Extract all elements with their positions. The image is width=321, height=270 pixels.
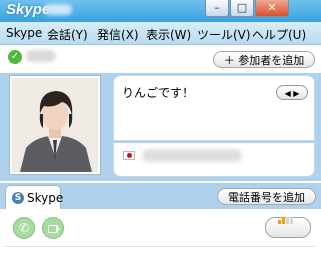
contact-video-frame [9, 75, 101, 175]
call-controls: ✆ [0, 209, 321, 270]
message-nav-arrows[interactable]: ◀ ▶ [276, 85, 308, 100]
title-blurred [44, 4, 72, 15]
message-input-divider [5, 246, 316, 247]
add-phone-number-button[interactable]: 電話番号を追加 [217, 188, 316, 205]
menu-bar: Skype 会話(Y) 発信(X) 表示(W) ツール(V) ヘルプ(U) [0, 22, 321, 45]
menu-help[interactable]: ヘルプ(U) [252, 26, 306, 43]
contact-photo [12, 78, 98, 172]
chat-message: りんごです！ [122, 86, 195, 100]
menu-conversation[interactable]: 会話(Y) [47, 26, 88, 43]
video-icon[interactable] [42, 217, 64, 239]
phone-icon[interactable]: ✆ [13, 217, 35, 239]
online-status-icon: ✓ [8, 50, 22, 64]
conversation-toolbar: ✓ ＋ 参加者を追加 [0, 45, 321, 73]
menu-call[interactable]: 発信(X) [97, 26, 139, 43]
title-bar: Skype – □ ✕ [0, 0, 321, 22]
contact-name-blurred [26, 50, 56, 62]
tab-skype-label: Skype [27, 191, 64, 205]
tab-skype[interactable]: S Skype [5, 185, 64, 210]
add-participant-button[interactable]: ＋ 参加者を追加 [213, 51, 315, 68]
menu-tools[interactable]: ツール(V) [197, 26, 251, 43]
message-bubble: りんごです！ ◀ ▶ [113, 75, 315, 141]
jp-flag-icon [123, 151, 135, 160]
contact-info-strip [113, 143, 315, 177]
tab-bar: S Skype 電話番号を追加 [0, 183, 321, 210]
conversation-panel: りんごです！ ◀ ▶ [0, 73, 321, 181]
close-button[interactable]: ✕ [255, 0, 289, 17]
menu-view[interactable]: 表示(W) [146, 26, 191, 43]
call-quality-button[interactable] [265, 217, 311, 238]
minimize-button[interactable]: – [205, 0, 229, 17]
maximize-button[interactable]: □ [230, 0, 254, 17]
menu-skype[interactable]: Skype [6, 26, 42, 40]
skype-icon: S [12, 192, 24, 204]
contact-mood-blurred [142, 149, 242, 162]
